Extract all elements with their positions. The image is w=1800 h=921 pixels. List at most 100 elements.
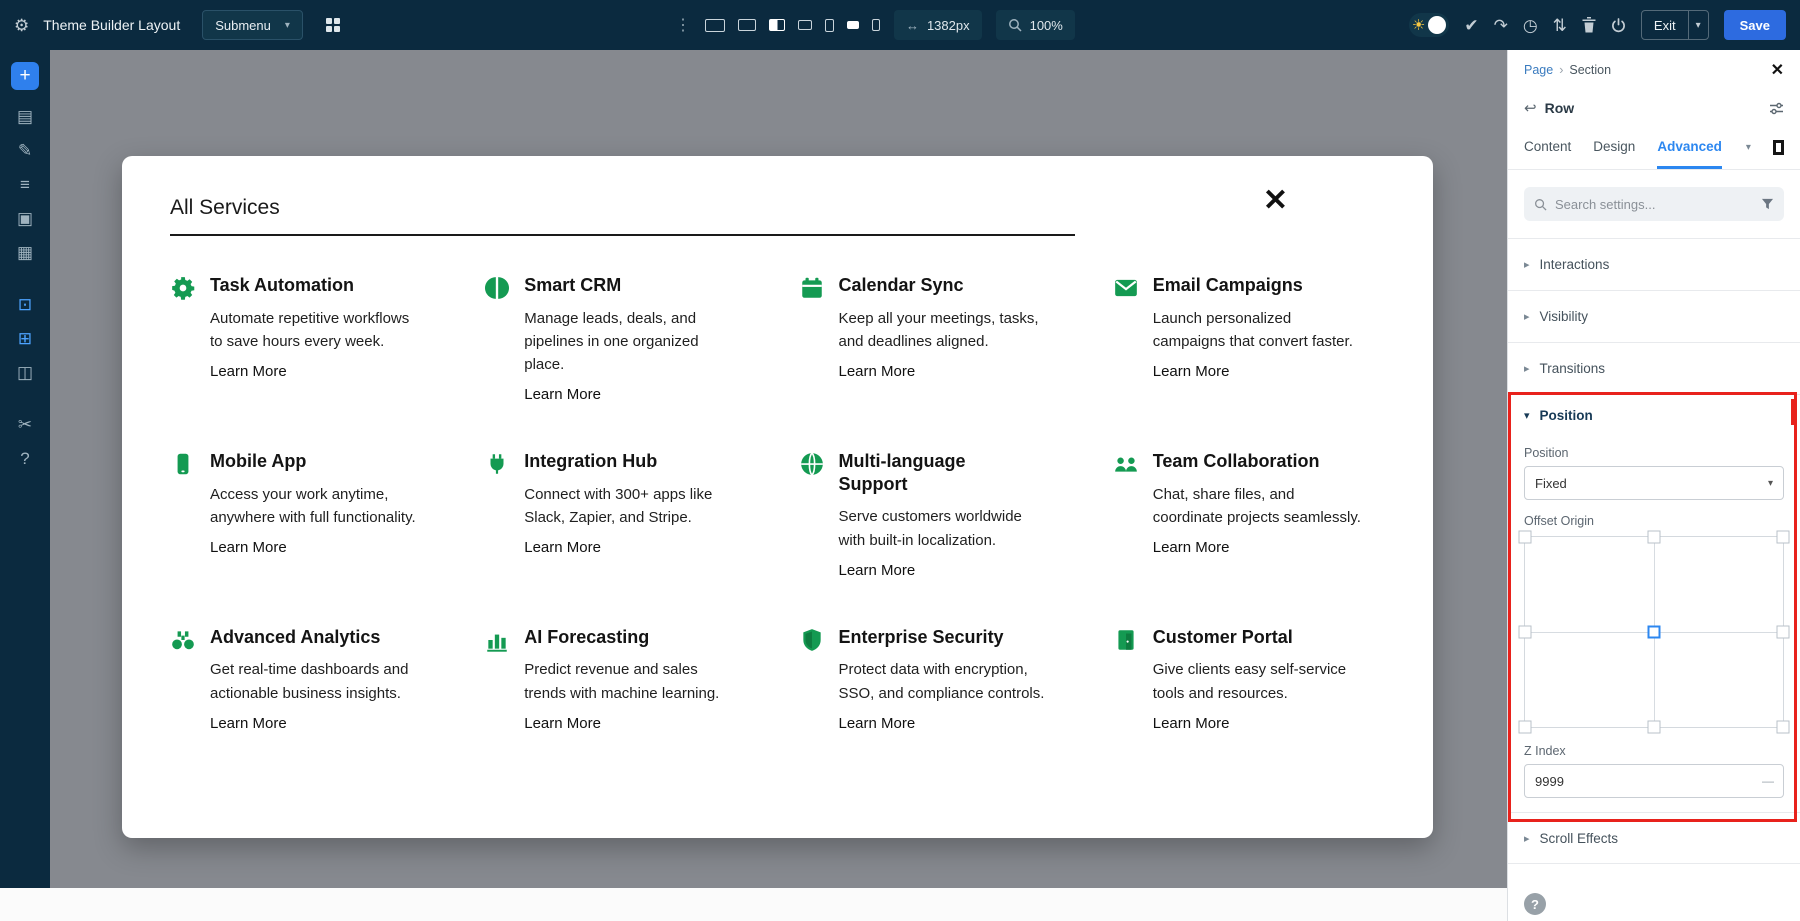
help-icon[interactable]: ? bbox=[20, 450, 29, 467]
tablet-landscape-icon[interactable] bbox=[798, 20, 812, 30]
section-visibility[interactable]: ▸ Visibility bbox=[1508, 290, 1800, 342]
service-card: Team Collaboration Chat, share files, an… bbox=[1113, 450, 1385, 580]
offset-handle-center[interactable] bbox=[1648, 626, 1661, 639]
section-transitions[interactable]: ▸ Transitions bbox=[1508, 342, 1800, 394]
offset-handle-top-left[interactable] bbox=[1519, 531, 1532, 544]
offset-handle-bottom-right[interactable] bbox=[1777, 721, 1790, 734]
section-interactions[interactable]: ▸ Interactions bbox=[1508, 238, 1800, 290]
offset-handle-top-center[interactable] bbox=[1648, 531, 1661, 544]
submenu-dropdown[interactable]: Submenu ▾ bbox=[202, 10, 303, 40]
service-card: Enterprise Security Protect data with en… bbox=[799, 626, 1071, 733]
learn-more-link[interactable]: Learn More bbox=[524, 539, 601, 556]
desktop-xl-icon[interactable] bbox=[705, 19, 725, 32]
section-position-header[interactable]: ▾ Position bbox=[1508, 394, 1800, 436]
learn-more-link[interactable]: Learn More bbox=[210, 715, 287, 732]
panel-close-icon[interactable]: ✕ bbox=[1771, 60, 1784, 80]
breadcrumb-section[interactable]: Section bbox=[1569, 63, 1611, 77]
theme-toggle[interactable]: ☀ bbox=[1409, 13, 1449, 37]
exit-button-label: Exit bbox=[1642, 18, 1688, 33]
tab-advanced[interactable]: Advanced bbox=[1657, 126, 1722, 169]
position-select-value: Fixed bbox=[1535, 476, 1567, 491]
modal-close-icon[interactable]: ✕ bbox=[1263, 186, 1288, 216]
toolbar-actions: ☀ ✔ ↷ ◷ ⇅ Exit ▾ Save bbox=[1409, 10, 1786, 40]
breadcrumb-page[interactable]: Page bbox=[1524, 63, 1553, 77]
redo-icon[interactable]: ↷ bbox=[1494, 17, 1508, 34]
offset-handle-top-right[interactable] bbox=[1777, 531, 1790, 544]
tablet-portrait-icon[interactable] bbox=[825, 19, 834, 32]
globe-icon bbox=[799, 450, 827, 580]
section-label: Visibility bbox=[1540, 309, 1589, 324]
duplicate-icon[interactable]: ⊞ bbox=[18, 330, 32, 347]
service-title: Advanced Analytics bbox=[210, 626, 400, 649]
exit-button[interactable]: Exit ▾ bbox=[1641, 10, 1709, 40]
offset-origin-label: Offset Origin bbox=[1524, 514, 1784, 528]
chevron-right-icon: ▸ bbox=[1524, 310, 1530, 323]
history-clock-icon[interactable]: ◷ bbox=[1523, 17, 1538, 34]
add-module-button[interactable]: + bbox=[11, 62, 39, 90]
learn-more-link[interactable]: Learn More bbox=[524, 386, 601, 403]
zoom-field[interactable]: 100% bbox=[996, 10, 1075, 40]
learn-more-link[interactable]: Learn More bbox=[1153, 715, 1230, 732]
chevron-down-icon[interactable]: ▾ bbox=[1746, 142, 1751, 153]
chevron-right-icon: ▸ bbox=[1524, 362, 1530, 375]
learn-more-link[interactable]: Learn More bbox=[839, 363, 916, 380]
learn-more-link[interactable]: Learn More bbox=[1153, 539, 1230, 556]
offset-handle-bottom-left[interactable] bbox=[1519, 721, 1532, 734]
database-icon[interactable]: ≡ bbox=[20, 176, 30, 193]
section-label: Position bbox=[1540, 408, 1593, 423]
power-icon[interactable] bbox=[1611, 18, 1626, 33]
more-options-icon[interactable]: ⋮ bbox=[675, 15, 691, 35]
phone-portrait-icon[interactable] bbox=[872, 19, 880, 31]
service-title: Customer Portal bbox=[1153, 626, 1343, 649]
filter-icon[interactable] bbox=[1761, 198, 1774, 210]
chevron-down-icon: ▾ bbox=[1768, 478, 1773, 489]
path-tool-icon[interactable]: ✎ bbox=[18, 142, 32, 159]
chevron-down-icon: ▾ bbox=[1524, 409, 1530, 422]
select-box-icon[interactable]: ⊡ bbox=[18, 296, 32, 313]
gear-icon bbox=[170, 274, 198, 404]
learn-more-link[interactable]: Learn More bbox=[1153, 363, 1230, 380]
learn-more-link[interactable]: Learn More bbox=[839, 715, 916, 732]
reorder-arrows-icon[interactable]: ⇅ bbox=[1553, 17, 1567, 34]
grid-view-icon[interactable] bbox=[325, 17, 341, 33]
learn-more-link[interactable]: Learn More bbox=[524, 715, 601, 732]
section-scroll-effects[interactable]: ▸ Scroll Effects bbox=[1508, 812, 1800, 864]
check-icon[interactable]: ✔ bbox=[1464, 17, 1478, 34]
phone-landscape-icon[interactable] bbox=[847, 21, 859, 29]
zindex-input[interactable] bbox=[1524, 764, 1784, 798]
modules-icon[interactable]: ▦ bbox=[17, 244, 33, 261]
desktop-icon[interactable] bbox=[738, 19, 756, 31]
service-card: AI Forecasting Predict revenue and sales… bbox=[484, 626, 756, 733]
learn-more-link[interactable]: Learn More bbox=[839, 562, 916, 579]
service-description: Get real-time dashboards and actionable … bbox=[210, 658, 424, 705]
offset-handle-bottom-center[interactable] bbox=[1648, 721, 1661, 734]
boxed-width-icon[interactable] bbox=[769, 19, 785, 31]
learn-more-link[interactable]: Learn More bbox=[210, 363, 287, 380]
service-card: Email Campaigns Launch personalized camp… bbox=[1113, 274, 1385, 404]
offset-handle-middle-left[interactable] bbox=[1519, 626, 1532, 639]
panel-help-icon[interactable]: ? bbox=[1524, 893, 1546, 915]
group-icon[interactable]: ◫ bbox=[17, 364, 33, 381]
tab-content[interactable]: Content bbox=[1524, 126, 1571, 169]
service-description: Protect data with encryption, SSO, and c… bbox=[839, 658, 1053, 705]
settings-search-input[interactable] bbox=[1555, 197, 1753, 212]
save-button[interactable]: Save bbox=[1724, 10, 1786, 40]
position-select[interactable]: Fixed ▾ bbox=[1524, 466, 1784, 500]
people-icon bbox=[1113, 450, 1141, 580]
tools-icon[interactable]: ✂ bbox=[18, 416, 32, 433]
tab-design[interactable]: Design bbox=[1593, 126, 1635, 169]
layers-icon[interactable]: ▤ bbox=[17, 108, 33, 125]
canvas-width-field[interactable]: ↔ 1382px bbox=[894, 10, 982, 40]
offset-handle-middle-right[interactable] bbox=[1777, 626, 1790, 639]
media-icon[interactable]: ▣ bbox=[17, 210, 33, 227]
trash-icon[interactable] bbox=[1582, 17, 1596, 33]
learn-more-link[interactable]: Learn More bbox=[210, 539, 287, 556]
section-label: Scroll Effects bbox=[1540, 831, 1619, 846]
service-description: Launch personalized campaigns that conve… bbox=[1153, 307, 1367, 354]
sliders-icon[interactable] bbox=[1769, 102, 1784, 115]
gear-icon[interactable]: ⚙ bbox=[14, 17, 29, 34]
back-arrow-icon[interactable]: ↩ bbox=[1524, 99, 1537, 117]
page-bottom-strip bbox=[0, 888, 1507, 921]
box-outline-icon[interactable] bbox=[1773, 140, 1784, 155]
zindex-unit-dash: — bbox=[1762, 774, 1774, 788]
